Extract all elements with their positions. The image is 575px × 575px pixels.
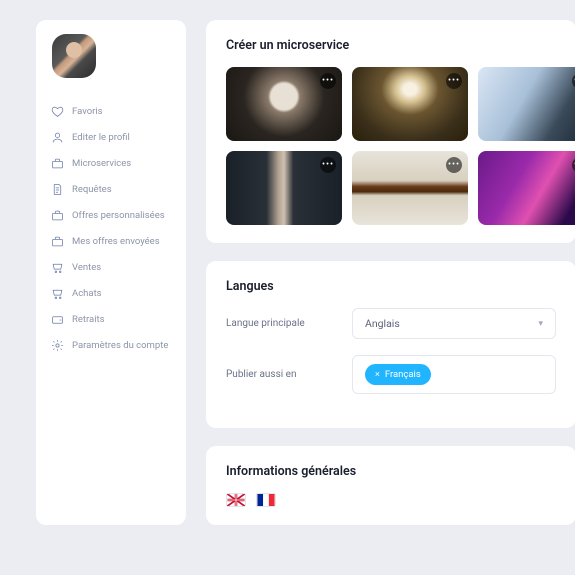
primary-language-label: Langue principale	[226, 318, 336, 329]
sidebar-item-achats[interactable]: Achats	[46, 280, 176, 306]
more-icon[interactable]: •••	[320, 157, 336, 173]
sidebar-item-label: Offres personnalisées	[72, 210, 165, 221]
microservice-grid: ••• ••• ••• ••• ••• •••	[226, 67, 556, 225]
primary-language-row: Langue principale Anglais ▾	[226, 308, 556, 339]
sidebar-item-label: Microservices	[72, 158, 131, 169]
sidebar-item-mes-offres-envoyees[interactable]: Mes offres envoyées	[46, 228, 176, 254]
sidebar-item-label: Requêtes	[72, 184, 112, 195]
sidebar-item-label: Editer le profil	[72, 132, 130, 143]
microservice-tile[interactable]: •••	[478, 151, 575, 225]
note-icon	[50, 182, 64, 196]
flag-uk[interactable]	[226, 493, 246, 507]
also-publish-select[interactable]: × Français	[352, 355, 556, 394]
also-publish-row: Publier aussi en × Français	[226, 355, 556, 394]
microservice-title: Créer un microservice	[226, 38, 556, 53]
primary-language-select[interactable]: Anglais ▾	[352, 308, 556, 339]
sidebar-item-label: Achats	[72, 288, 102, 299]
sidebar-item-editer-profil[interactable]: Editer le profil	[46, 124, 176, 150]
microservice-tile[interactable]: •••	[478, 67, 575, 141]
primary-language-value: Anglais	[365, 317, 400, 330]
chip-label: Français	[385, 369, 421, 380]
flag-fr[interactable]	[256, 493, 276, 507]
languages-card: Langues Langue principale Anglais ▾ Publ…	[206, 261, 575, 428]
sidebar: Favoris Editer le profil Microservices R…	[36, 20, 186, 525]
more-icon[interactable]: •••	[446, 157, 462, 173]
gear-icon	[50, 338, 64, 352]
microservice-tile[interactable]: •••	[226, 151, 342, 225]
sidebar-item-microservices[interactable]: Microservices	[46, 150, 176, 176]
flag-row	[226, 493, 556, 507]
sidebar-item-offres-personnalisees[interactable]: Offres personnalisées	[46, 202, 176, 228]
language-chip[interactable]: × Français	[365, 364, 431, 385]
general-info-card: Informations générales	[206, 446, 575, 525]
languages-title: Langues	[226, 279, 556, 294]
sidebar-item-label: Mes offres envoyées	[72, 236, 160, 247]
briefcase-icon	[50, 208, 64, 222]
sidebar-item-requetes[interactable]: Requêtes	[46, 176, 176, 202]
microservice-tile[interactable]: •••	[352, 151, 468, 225]
wallet-icon	[50, 312, 64, 326]
more-icon[interactable]: •••	[320, 73, 336, 89]
microservice-card: Créer un microservice ••• ••• ••• ••• ••…	[206, 20, 575, 243]
cart-icon	[50, 286, 64, 300]
sidebar-item-retraits[interactable]: Retraits	[46, 306, 176, 332]
microservice-tile[interactable]: •••	[352, 67, 468, 141]
heart-icon	[50, 104, 64, 118]
sidebar-item-label: Paramètres du compte	[72, 340, 168, 351]
remove-icon[interactable]: ×	[375, 370, 380, 380]
general-info-title: Informations générales	[226, 464, 556, 479]
user-icon	[50, 130, 64, 144]
sidebar-item-parametres[interactable]: Paramètres du compte	[46, 332, 176, 358]
main-content: Créer un microservice ••• ••• ••• ••• ••…	[206, 20, 575, 525]
sidebar-item-ventes[interactable]: Ventes	[46, 254, 176, 280]
briefcase-icon	[50, 234, 64, 248]
sidebar-item-label: Ventes	[72, 262, 101, 273]
cart-icon	[50, 260, 64, 274]
briefcase-icon	[50, 156, 64, 170]
sidebar-item-label: Favoris	[72, 106, 103, 117]
avatar[interactable]	[52, 34, 96, 78]
microservice-tile[interactable]: •••	[226, 67, 342, 141]
sidebar-item-label: Retraits	[72, 314, 105, 325]
also-publish-label: Publier aussi en	[226, 369, 336, 380]
more-icon[interactable]: •••	[446, 73, 462, 89]
chevron-down-icon: ▾	[538, 319, 543, 329]
sidebar-item-favoris[interactable]: Favoris	[46, 98, 176, 124]
